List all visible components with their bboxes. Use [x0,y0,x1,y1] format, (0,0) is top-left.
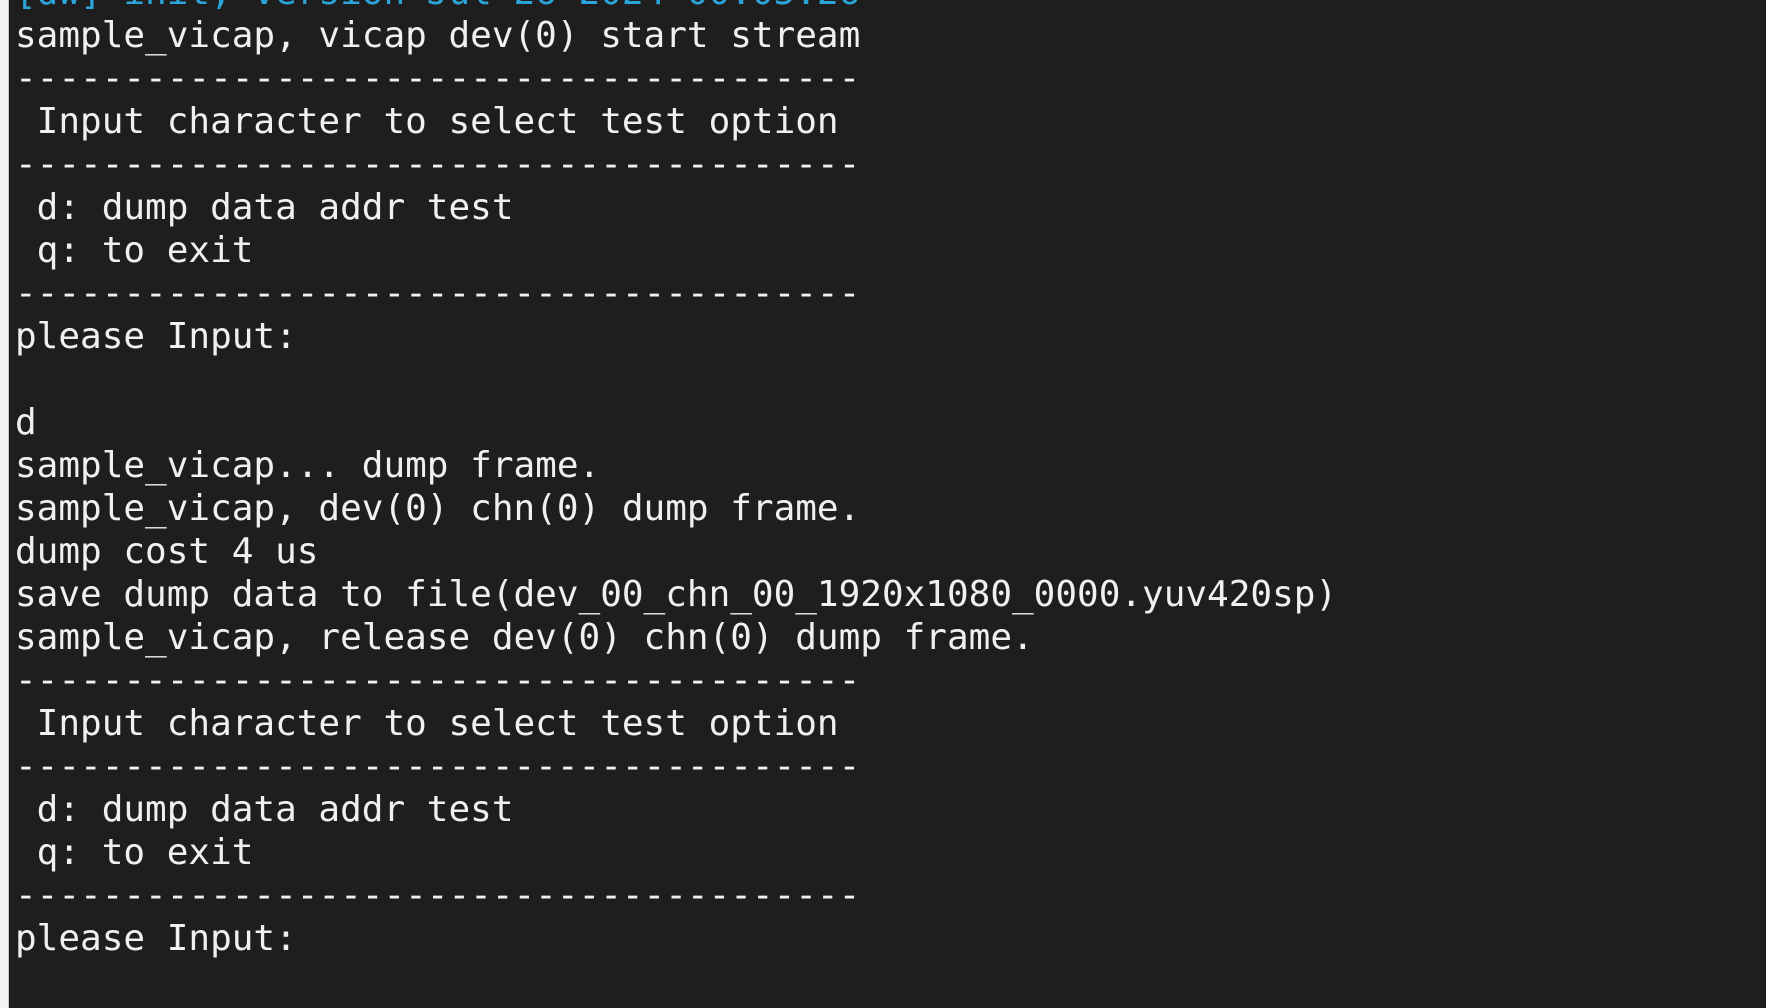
terminal-line: save dump data to file(dev_00_chn_00_192… [15,574,1338,615]
window-left-border [0,0,9,1008]
terminal-prompt-line: please Input: [15,918,297,959]
terminal-line: dump cost 4 us [15,531,319,572]
terminal-line: d: dump data addr test [15,789,514,830]
terminal-output-pane[interactable]: [dw] init, version Jul 26 2024 00:05:26 … [9,0,1766,1008]
terminal-line: --------------------------------------- [15,875,861,916]
terminal-line: sample_vicap, release dev(0) chn(0) dump… [15,617,1034,658]
terminal-line: --------------------------------------- [15,144,861,185]
terminal-line: sample_vicap, vicap dev(0) start stream [15,15,861,56]
terminal-line: --------------------------------------- [15,746,861,787]
terminal-line: d: dump data addr test [15,187,514,228]
terminal-line: --------------------------------------- [15,660,861,701]
terminal-window: [dw] init, version Jul 26 2024 00:05:26 … [0,0,1766,1008]
terminal-line: q: to exit [15,832,254,873]
terminal-line: --------------------------------------- [15,273,861,314]
terminal-line: [dw] init, version Jul 26 2024 00:05:26 [15,0,1337,14]
terminal-line: sample_vicap, dev(0) chn(0) dump frame. [15,488,861,529]
terminal-line: Input character to select test option [15,101,839,142]
terminal-line: --------------------------------------- [15,58,861,99]
terminal-line: please Input: [15,316,297,357]
terminal-line: Input character to select test option [15,703,839,744]
terminal-lines: [dw] init, version Jul 26 2024 00:05:26 … [15,0,1337,960]
terminal-line: sample_vicap... dump frame. [15,445,601,486]
terminal-line: d [15,402,37,443]
terminal-line: q: to exit [15,230,254,271]
